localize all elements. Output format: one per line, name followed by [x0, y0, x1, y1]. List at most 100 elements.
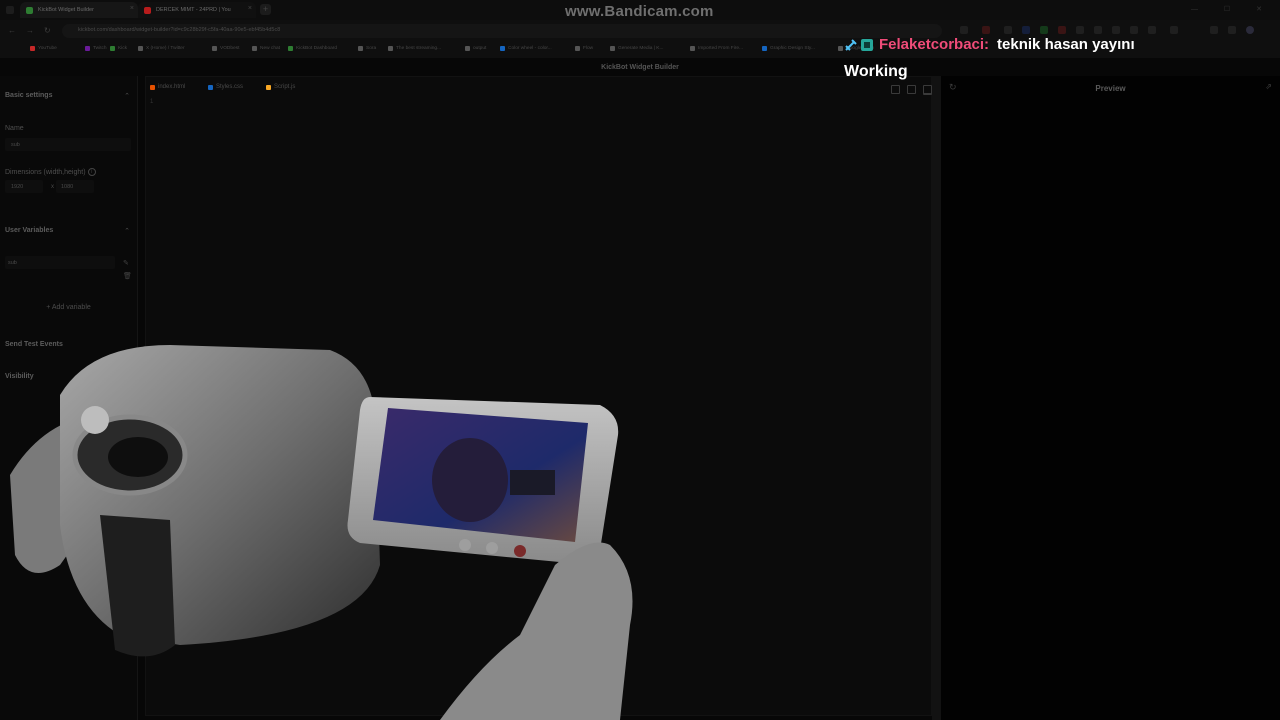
layout-columns-icon[interactable]	[907, 85, 916, 94]
bookmark-favicon-icon	[575, 46, 580, 51]
external-link-icon[interactable]: ⇗	[1265, 82, 1272, 91]
camcorder-button-icon	[486, 542, 498, 554]
bookmark-favicon-icon	[288, 46, 293, 51]
camcorder-grip-shape	[100, 515, 175, 657]
extension-icon[interactable]	[1112, 26, 1120, 34]
browser-tab-kickbot[interactable]: KickBot Widget Builder ×	[20, 2, 138, 18]
bookmark-item[interactable]: Generate Media | K...	[610, 46, 664, 51]
avatar[interactable]	[1246, 26, 1254, 34]
bookmark-item[interactable]: Twitch	[85, 46, 107, 51]
puzzle-icon[interactable]	[1170, 26, 1178, 34]
forward-icon[interactable]: →	[26, 26, 34, 35]
tab-title: DERCEK MIMT - 24PRD | You	[156, 7, 231, 13]
bookmark-label: Sora	[366, 46, 377, 51]
bookmark-item[interactable]: X (Home) / Twitter	[138, 46, 185, 51]
extension-icon[interactable]	[982, 26, 990, 34]
bookmark-favicon-icon	[30, 46, 35, 51]
bookmark-label: VODbest	[220, 46, 240, 51]
extension-icon[interactable]	[1022, 26, 1030, 34]
close-tab-icon[interactable]: ×	[130, 5, 134, 12]
bookmark-label: Imported From Fire...	[698, 46, 744, 51]
tab-styles-css[interactable]: Styles.css	[208, 84, 243, 90]
bookmark-item[interactable]: Imported From Fire...	[690, 46, 743, 51]
bookmark-item[interactable]: output	[465, 46, 486, 51]
height-value: 1080	[61, 184, 74, 190]
lens-glass-shape	[108, 437, 168, 477]
camcorder-body-shape	[60, 345, 380, 645]
height-field[interactable]: 1080	[56, 180, 94, 193]
right-hand-shape	[440, 542, 633, 720]
new-tab-button[interactable]: +	[260, 4, 271, 15]
bookmark-item[interactable]: Flow	[575, 46, 593, 51]
info-icon[interactable]: i	[87, 168, 96, 176]
dial-shape	[81, 406, 109, 434]
edit-icon[interactable]: ✎	[123, 259, 129, 267]
tab-index-html[interactable]: index.html	[150, 84, 185, 90]
bookmark-label: Flow	[583, 46, 594, 51]
preview-title: Preview	[1095, 84, 1126, 93]
browser-tab-youtube[interactable]: DERCEK MIMT - 24PRD | You ×	[138, 2, 256, 18]
extension-icon[interactable]	[1004, 26, 1012, 34]
sidepanel-icon[interactable]	[1228, 26, 1236, 34]
extension-icon[interactable]	[1040, 26, 1048, 34]
width-value: 1920	[11, 184, 24, 190]
variable-field[interactable]: sub	[5, 256, 115, 269]
bookmark-item[interactable]: The best streaming...	[388, 46, 441, 51]
bookmark-favicon-icon	[212, 46, 217, 51]
download-icon[interactable]	[1210, 26, 1218, 34]
bookmark-favicon-icon	[465, 46, 470, 51]
kickbot-favicon-icon	[26, 6, 33, 14]
bookmark-favicon-icon	[610, 46, 615, 51]
dimensions-label-text: Dimensions (width,height)	[5, 169, 86, 176]
name-label: Name	[5, 125, 24, 132]
extension-icon[interactable]	[1058, 26, 1066, 34]
bookmark-item[interactable]: YouTube	[30, 46, 57, 51]
bookmark-item[interactable]: New chat	[252, 46, 280, 51]
file-tab-label: Styles.css	[216, 84, 244, 90]
chevron-up-icon[interactable]: ⌃	[124, 227, 130, 235]
star-icon[interactable]	[960, 26, 968, 34]
bookmark-item[interactable]: KickBot Dashboard	[288, 46, 337, 51]
extension-icon[interactable]	[1094, 26, 1102, 34]
window-controls[interactable]: — ☐ ✕	[1191, 5, 1274, 13]
bookmark-item[interactable]: VODbest	[212, 46, 239, 51]
trash-icon[interactable]: 🗑	[123, 272, 132, 280]
bookmark-favicon-icon	[500, 46, 505, 51]
sword-badge-icon	[845, 38, 857, 51]
url-field[interactable]: kickbot.com/dashboard/widget-builder?id=…	[62, 24, 942, 38]
bookmark-item[interactable]: Sora	[358, 46, 376, 51]
tab-search-icon[interactable]	[6, 6, 14, 14]
extension-icons	[960, 26, 1270, 36]
bookmark-label: X (Home) / Twitter	[146, 46, 185, 51]
bookmark-label: Color wheel - color...	[508, 46, 552, 51]
width-field[interactable]: 1920	[5, 180, 43, 193]
bookmark-item[interactable]: Graphic Design Sty...	[762, 46, 815, 51]
times-sign: x	[51, 184, 54, 190]
bookmark-item[interactable]: Kick	[110, 46, 127, 51]
extension-icon[interactable]	[1130, 26, 1138, 34]
user-variables-header[interactable]: User Variables	[5, 227, 53, 234]
reload-icon[interactable]: ↻	[44, 26, 51, 35]
back-icon[interactable]: ←	[8, 26, 16, 35]
tab-script-js[interactable]: Script.js	[266, 84, 295, 90]
line-number: 1	[150, 99, 154, 105]
chevron-up-icon[interactable]: ⌃	[124, 92, 130, 100]
bookmark-favicon-icon	[252, 46, 257, 51]
layout-single-icon[interactable]	[891, 85, 900, 94]
name-field[interactable]: sub	[5, 138, 131, 151]
youtube-favicon-icon	[144, 6, 151, 14]
bookmark-label: Graphic Design Sty...	[770, 46, 815, 51]
page-title: KickBot Widget Builder	[601, 64, 679, 71]
chat-username: Felaketcorbaci:	[879, 36, 990, 53]
close-tab-icon[interactable]: ×	[248, 5, 252, 12]
basic-settings-header[interactable]: Basic settings	[5, 92, 52, 99]
subscriber-badge-icon	[861, 38, 873, 51]
extension-icon[interactable]	[1076, 26, 1084, 34]
layout-rows-icon[interactable]	[923, 85, 932, 95]
panel-resize-handle[interactable]	[932, 76, 941, 720]
html-file-icon	[150, 84, 155, 90]
bookmark-item[interactable]: Color wheel - color...	[500, 46, 552, 51]
extension-icon[interactable]	[1148, 26, 1156, 34]
dimensions-label: Dimensions (width,height) i	[5, 168, 96, 176]
bookmark-favicon-icon	[110, 46, 115, 51]
